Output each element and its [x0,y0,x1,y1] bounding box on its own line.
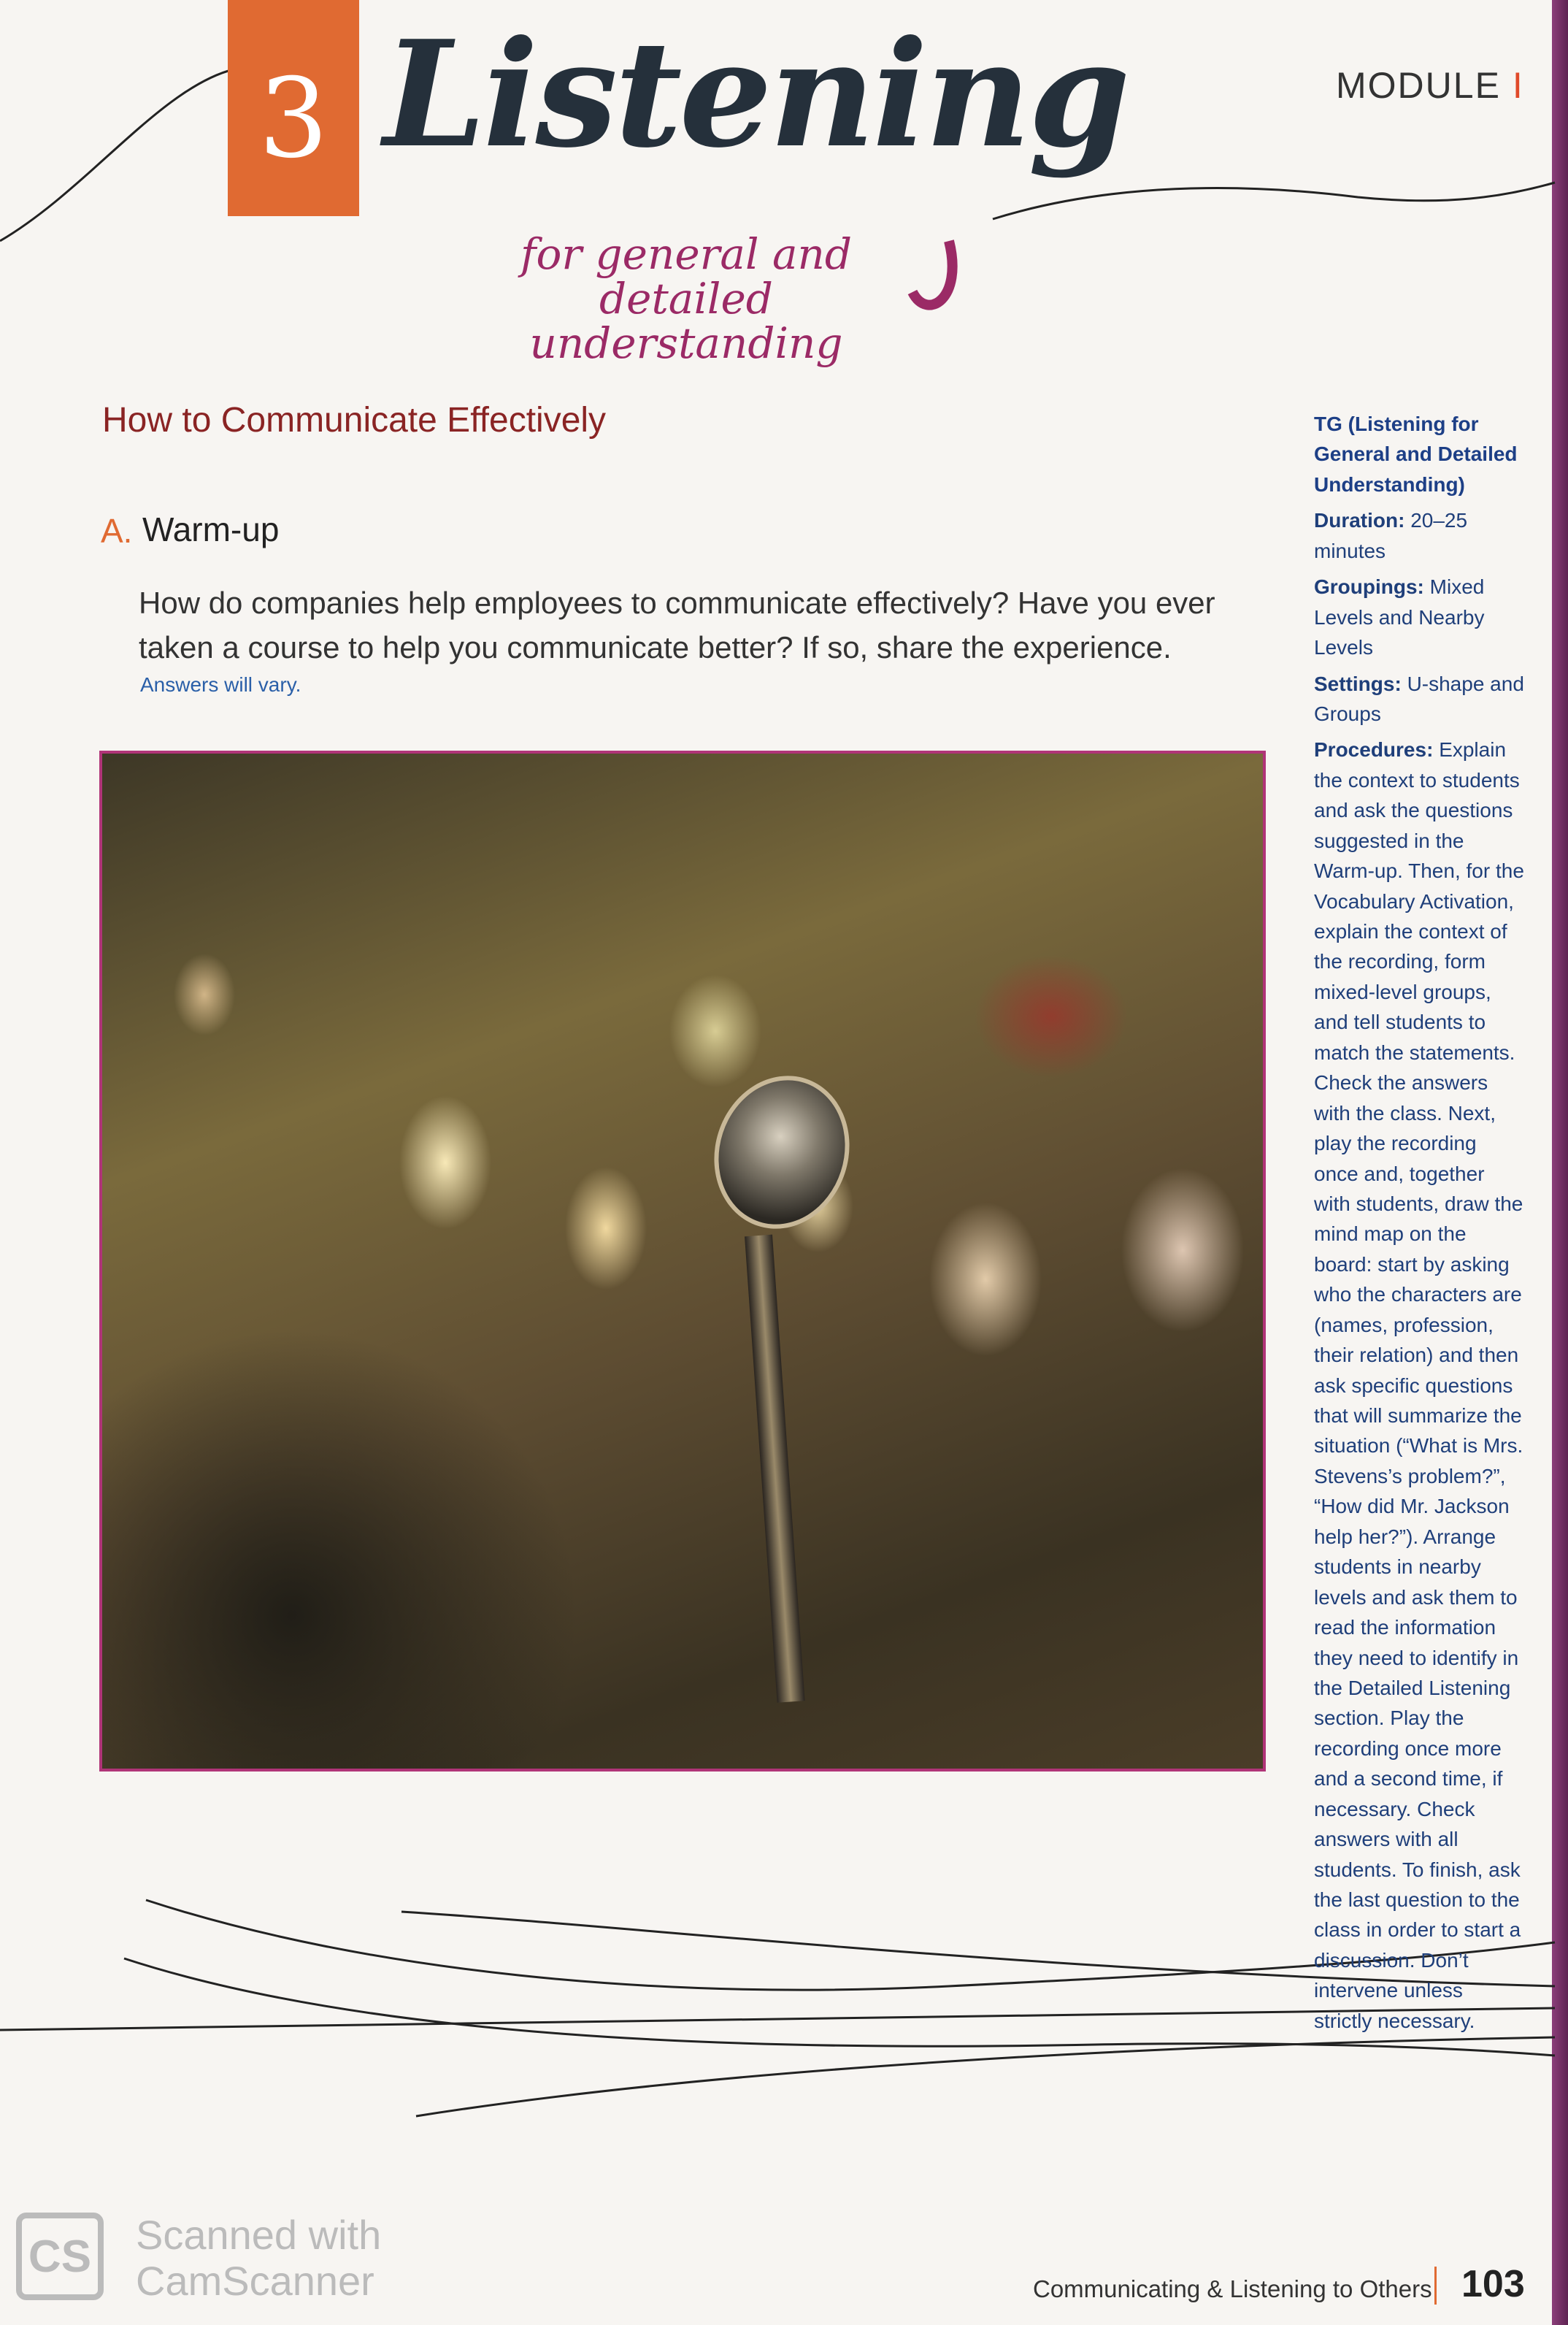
chapter-subtitle: for general and detailed understanding [520,229,853,368]
procedures-label: Procedures: [1314,738,1434,762]
watermark-line-2: CamScanner [136,2257,374,2304]
groupings-label: Groupings: [1314,575,1424,599]
sidebar-settings: Settings: U-shape and Groups [1314,669,1526,729]
module-numeral: I [1512,65,1524,106]
sidebar-procedures: Procedures: Explain the context to stude… [1314,735,1526,2036]
camscanner-watermark: Scanned with CamScanner [136,2212,382,2304]
sidebar-title: TG (Listening for General and Detailed U… [1314,413,1518,496]
warmup-question: How do companies help employees to commu… [139,586,1215,664]
module-label-text: MODULE [1336,65,1501,106]
procedures-text: Explain the context to students and ask … [1314,738,1524,2032]
section-heading: How to Communicate Effectively [102,401,607,440]
microphone-photo [99,751,1266,1771]
answer-note: Answers will vary. [140,673,301,696]
footer-unit-title: Communicating & Listening to Others [1033,2275,1432,2302]
module-label: MODULE I [1336,64,1524,107]
sidebar-groupings: Groupings: Mixed Levels and Nearby Level… [1314,572,1526,662]
chapter-title: Listening [383,9,1130,180]
watermark-line-1: Scanned with [136,2212,382,2258]
duration-label: Duration: [1314,509,1405,532]
chapter-number: 3 [258,55,328,183]
sidebar-duration: Duration: 20–25 minutes [1314,505,1526,566]
warmup-letter: A. [101,512,133,550]
settings-label: Settings: [1314,672,1402,695]
warmup-heading: Warm-up [142,510,280,548]
footer-separator [1434,2267,1437,2305]
mic-stand [745,1234,805,1703]
page-number: 103 [1461,2263,1525,2305]
teacher-guide-sidebar: TG (Listening for General and Detailed U… [1314,409,1526,2042]
chapter-number-badge: 3 [228,0,359,216]
microphone-icon [694,1058,869,1246]
camscanner-logo: CS [16,2213,104,2300]
